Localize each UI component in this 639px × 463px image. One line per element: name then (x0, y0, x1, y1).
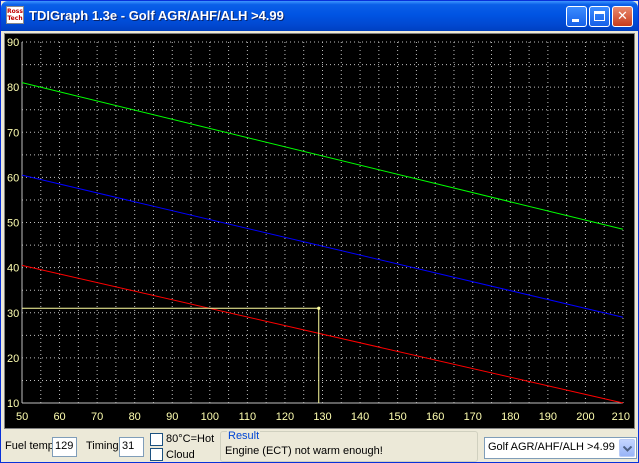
x-tick-label: 110 (239, 411, 257, 423)
y-tick-label: 90 (7, 37, 19, 49)
tdigraph-window: Ross Tech TDIGraph 1.3e - Golf AGR/AHF/A… (0, 0, 639, 463)
x-tick-label: 200 (576, 411, 594, 423)
y-tick-label: 70 (7, 127, 19, 139)
model-select[interactable]: Golf AGR/AHF/ALH >4.99 (484, 437, 637, 459)
minimize-button[interactable] (566, 6, 587, 27)
close-button[interactable]: ✕ (612, 6, 633, 27)
y-tick-label: 20 (7, 353, 19, 365)
x-tick-label: 120 (276, 411, 294, 423)
close-icon: ✕ (617, 9, 628, 24)
model-select-dropdown-button[interactable] (619, 439, 635, 457)
hot-checkbox-label[interactable]: 80°C=Hot (166, 433, 214, 445)
maximize-icon (594, 11, 605, 21)
x-tick-label: 150 (388, 411, 406, 423)
timing-field[interactable]: 31 (119, 437, 144, 457)
x-tick-label: 80 (129, 411, 141, 423)
x-tick-label: 210 (612, 411, 630, 423)
x-tick-label: 100 (201, 411, 219, 423)
plot-background (5, 34, 634, 428)
model-select-value: Golf AGR/AHF/ALH >4.99 (488, 441, 615, 453)
hot-checkbox[interactable] (150, 433, 163, 446)
app-icon-text-top: Ross (7, 8, 23, 15)
y-tick-label: 40 (7, 263, 19, 275)
x-tick-label: 190 (539, 411, 557, 423)
window-title: TDIGraph 1.3e - Golf AGR/AHF/ALH >4.99 (29, 8, 284, 23)
bottom-controls: Fuel temp 129 Timing 31 80°C=Hot Cloud R… (1, 430, 638, 462)
marker-point (317, 306, 321, 310)
fuel-temp-label: Fuel temp (5, 440, 54, 452)
maximize-button[interactable] (589, 6, 610, 27)
fuel-temp-field[interactable]: 129 (52, 437, 77, 457)
y-tick-label: 50 (7, 218, 19, 230)
x-tick-label: 50 (16, 411, 28, 423)
minimize-icon (572, 19, 579, 22)
cloud-checkbox[interactable] (150, 448, 163, 461)
y-tick-label: 30 (7, 308, 19, 320)
result-title: Result (227, 430, 261, 442)
y-tick-label: 10 (7, 398, 19, 410)
x-tick-label: 140 (351, 411, 369, 423)
result-group: Result Engine (ECT) not warm enough! (220, 430, 478, 462)
y-tick-label: 80 (7, 82, 19, 94)
x-tick-label: 60 (53, 411, 65, 423)
y-tick-label: 60 (7, 172, 19, 184)
timing-label: Timing (86, 440, 119, 452)
app-icon-text-bottom: Tech (7, 15, 23, 22)
chevron-down-icon (623, 446, 632, 452)
timing-graph[interactable]: 10 20 30 40 50 60 70 80 90 50 60 70 80 90 100 110 120 130… (4, 33, 635, 429)
rosstech-app-icon[interactable]: Ross Tech (6, 6, 24, 24)
x-tick-label: 90 (166, 411, 178, 423)
x-tick-label: 130 (313, 411, 331, 423)
x-tick-label: 70 (91, 411, 103, 423)
title-bar[interactable]: Ross Tech TDIGraph 1.3e - Golf AGR/AHF/A… (1, 1, 638, 31)
x-tick-label: 180 (501, 411, 519, 423)
x-tick-label: 160 (426, 411, 444, 423)
result-message: Engine (ECT) not warm enough! (225, 445, 383, 457)
x-tick-label: 170 (464, 411, 482, 423)
cloud-checkbox-label[interactable]: Cloud (166, 449, 195, 461)
timing-chart: 10 20 30 40 50 60 70 80 90 50 60 70 80 90 100 110 120 130… (5, 34, 634, 428)
